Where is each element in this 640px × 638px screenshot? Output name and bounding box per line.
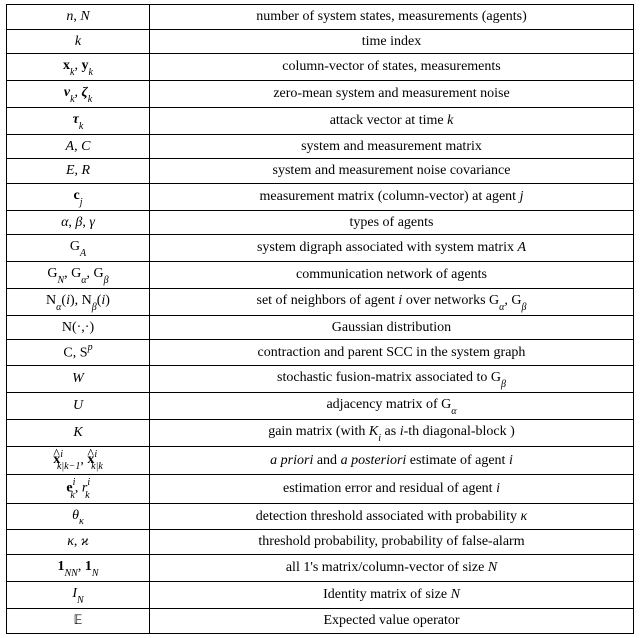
table-row: 𝔼Expected value operator [7,608,634,634]
description-cell: number of system states, measurements (a… [150,5,634,30]
notation-table: n, Nnumber of system states, measurement… [6,4,634,634]
description-cell: communication network of agents [150,261,634,288]
symbol-cell: A, C [7,134,150,159]
table-row: N(·,·)Gaussian distribution [7,315,634,340]
description-cell: gain matrix (with Ki as i-th diagonal-bl… [150,419,634,446]
table-row: τkattack vector at time k [7,107,634,134]
symbol-cell: κ, ϰ [7,530,150,555]
table-row: C, Spcontraction and parent SCC in the s… [7,340,634,366]
table-row: Wstochastic fusion-matrix associated to … [7,366,634,393]
description-cell: system and measurement noise covariance [150,159,634,184]
description-cell: system digraph associated with system ma… [150,235,634,262]
description-cell: attack vector at time k [150,107,634,134]
description-cell: Expected value operator [150,608,634,634]
description-cell: a priori and a posteriori estimate of ag… [150,446,634,474]
symbol-cell: νk, ζk [7,80,150,107]
symbol-cell: θκ [7,503,150,530]
table-row: n, Nnumber of system states, measurement… [7,5,634,30]
table-row: eik, rikestimation error and residual of… [7,475,634,503]
table-row: cjmeasurement matrix (column-vector) at … [7,183,634,210]
symbol-cell: C, Sp [7,340,150,366]
description-cell: system and measurement matrix [150,134,634,159]
table-row: θκdetection threshold associated with pr… [7,503,634,530]
table-row: Kgain matrix (with Ki as i-th diagonal-b… [7,419,634,446]
description-cell: adjacency matrix of Gα [150,393,634,420]
symbol-cell: N(·,·) [7,315,150,340]
symbol-cell: U [7,393,150,420]
description-cell: types of agents [150,210,634,235]
description-cell: threshold probability, probability of fa… [150,530,634,555]
table-row: xk, ykcolumn-vector of states, measureme… [7,54,634,81]
description-cell: set of neighbors of agent i over network… [150,288,634,315]
description-cell: detection threshold associated with prob… [150,503,634,530]
table-row: INIdentity matrix of size N [7,581,634,608]
notation-table-body: n, Nnumber of system states, measurement… [7,5,634,634]
description-cell: all 1's matrix/column-vector of size N [150,555,634,582]
description-cell: time index [150,29,634,54]
table-row: GN, Gα, Gβcommunication network of agent… [7,261,634,288]
table-row: 1NN, 1Nall 1's matrix/column-vector of s… [7,555,634,582]
description-cell: estimation error and residual of agent i [150,475,634,503]
description-cell: zero-mean system and measurement noise [150,80,634,107]
description-cell: column-vector of states, measurements [150,54,634,81]
symbol-cell: GA [7,235,150,262]
symbol-cell: E, R [7,159,150,184]
symbol-cell: eik, rik [7,475,150,503]
table-row: GAsystem digraph associated with system … [7,235,634,262]
symbol-cell: GN, Gα, Gβ [7,261,150,288]
table-row: Nα(i), Nβ(i)set of neighbors of agent i … [7,288,634,315]
symbol-cell: α, β, γ [7,210,150,235]
description-cell: measurement matrix (column-vector) at ag… [150,183,634,210]
table-row: E, Rsystem and measurement noise covaria… [7,159,634,184]
symbol-cell: 1NN, 1N [7,555,150,582]
symbol-cell: ^xik|k−1, ^xik|k [7,446,150,474]
description-cell: Identity matrix of size N [150,581,634,608]
symbol-cell: K [7,419,150,446]
symbol-cell: τk [7,107,150,134]
symbol-cell: xk, yk [7,54,150,81]
table-row: ktime index [7,29,634,54]
table-row: νk, ζkzero-mean system and measurement n… [7,80,634,107]
symbol-cell: 𝔼 [7,608,150,634]
table-row: α, β, γtypes of agents [7,210,634,235]
table-row: ^xik|k−1, ^xik|ka priori and a posterior… [7,446,634,474]
symbol-cell: k [7,29,150,54]
symbol-cell: n, N [7,5,150,30]
table-row: κ, ϰthreshold probability, probability o… [7,530,634,555]
symbol-cell: W [7,366,150,393]
symbol-cell: Nα(i), Nβ(i) [7,288,150,315]
table-row: Uadjacency matrix of Gα [7,393,634,420]
symbol-cell: cj [7,183,150,210]
description-cell: Gaussian distribution [150,315,634,340]
symbol-cell: IN [7,581,150,608]
description-cell: contraction and parent SCC in the system… [150,340,634,366]
description-cell: stochastic fusion-matrix associated to G… [150,366,634,393]
table-row: A, Csystem and measurement matrix [7,134,634,159]
